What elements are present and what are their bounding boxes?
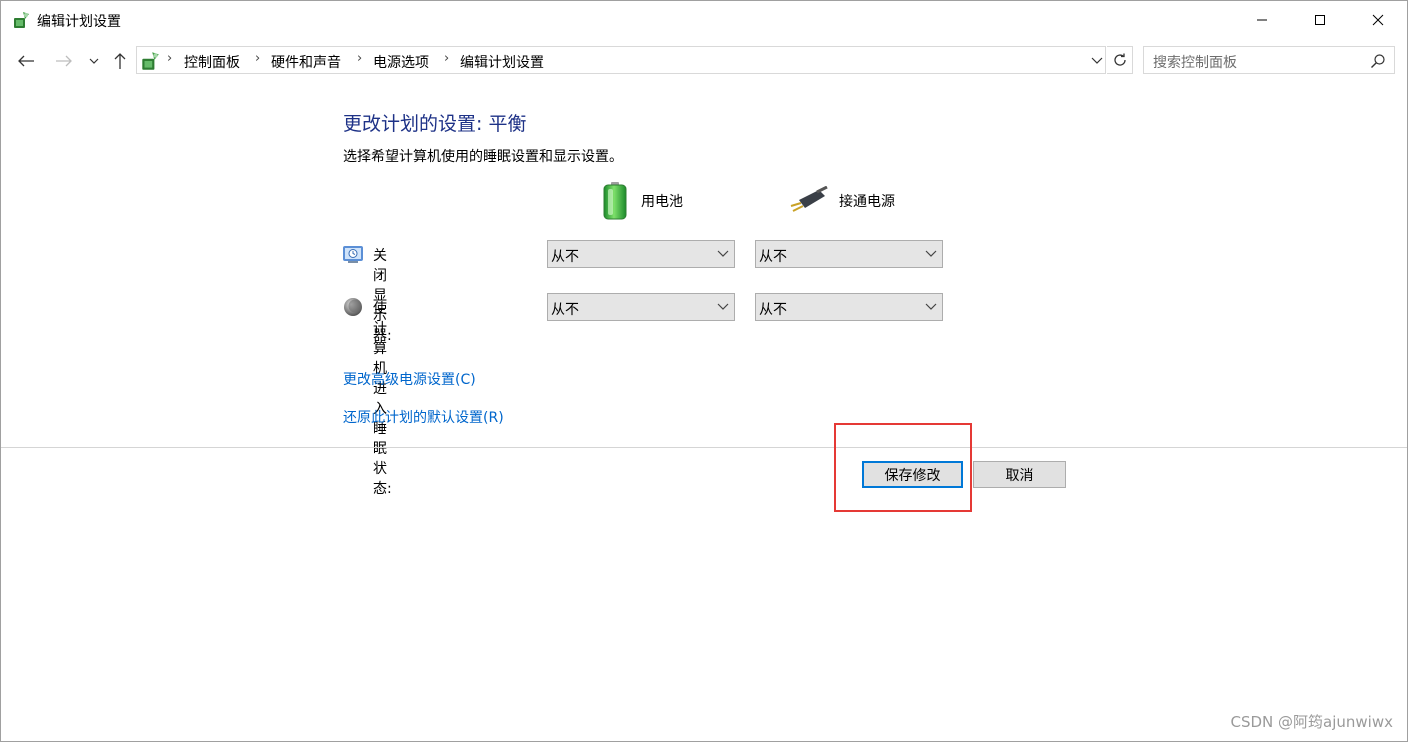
sleep-plugged-select[interactable]: 从不 xyxy=(755,293,943,321)
display-off-battery-value: 从不 xyxy=(551,249,579,265)
chevron-down-icon xyxy=(89,58,99,64)
chevron-down-icon xyxy=(717,303,729,310)
page-heading: 更改计划的设置: 平衡 xyxy=(343,113,527,135)
annotation-highlight-box xyxy=(834,423,972,512)
battery-label: 用电池 xyxy=(641,194,683,210)
search-icon[interactable] xyxy=(1370,53,1386,69)
column-header-plugged-in: 接通电源 xyxy=(789,181,895,221)
back-button[interactable] xyxy=(13,49,39,73)
close-icon xyxy=(1372,14,1384,26)
chevron-down-icon xyxy=(925,250,937,257)
window: 编辑计划设置 › 控制面板 › 硬件和声音 › 电源选项 › 编辑计划设置 搜索… xyxy=(0,0,1408,742)
forward-button[interactable] xyxy=(51,49,77,73)
breadcrumb-control-panel[interactable]: 控制面板 xyxy=(184,52,240,72)
restore-defaults-link[interactable]: 还原此计划的默认设置(R) xyxy=(343,407,504,427)
up-button[interactable] xyxy=(107,49,133,73)
display-off-plugged-value: 从不 xyxy=(759,249,787,265)
search-placeholder: 搜索控制面板 xyxy=(1153,55,1237,71)
minimize-icon xyxy=(1257,19,1267,21)
sleep-battery-value: 从不 xyxy=(551,302,579,318)
navigation-bar: › 控制面板 › 硬件和声音 › 电源选项 › 编辑计划设置 搜索控制面板 xyxy=(1,41,1407,79)
arrow-right-icon xyxy=(56,55,72,67)
sleep-battery-select[interactable]: 从不 xyxy=(547,293,735,321)
window-title: 编辑计划设置 xyxy=(37,14,121,30)
arrow-left-icon xyxy=(18,55,34,67)
display-icon xyxy=(342,243,364,265)
footer-divider xyxy=(1,447,1407,448)
column-header-battery: 用电池 xyxy=(599,181,683,221)
battery-icon xyxy=(603,182,627,220)
refresh-icon xyxy=(1113,53,1126,66)
page-subheading: 选择希望计算机使用的睡眠设置和显示设置。 xyxy=(343,149,623,165)
control-panel-icon xyxy=(139,50,161,72)
watermark: CSDN @阿筠ajunwiwx xyxy=(1230,713,1394,731)
chevron-down-icon xyxy=(717,250,729,257)
chevron-down-icon xyxy=(1091,57,1103,64)
chevron-right-icon[interactable]: › xyxy=(444,51,449,66)
maximize-button[interactable] xyxy=(1291,1,1349,39)
address-dropdown-button[interactable] xyxy=(1087,47,1107,73)
display-off-battery-select[interactable]: 从不 xyxy=(547,240,735,268)
maximize-icon xyxy=(1315,15,1325,25)
power-plug-icon xyxy=(790,186,828,212)
search-input[interactable]: 搜索控制面板 xyxy=(1143,46,1395,74)
close-button[interactable] xyxy=(1349,1,1407,39)
chevron-right-icon: › xyxy=(167,51,173,66)
chevron-right-icon[interactable]: › xyxy=(255,51,260,66)
sleep-icon xyxy=(342,296,364,318)
control-panel-icon xyxy=(11,10,31,30)
display-off-plugged-select[interactable]: 从不 xyxy=(755,240,943,268)
chevron-down-icon xyxy=(925,303,937,310)
sleep-label: 使计算机进入睡眠状态: xyxy=(373,301,392,497)
address-bar[interactable]: › 控制面板 › 硬件和声音 › 电源选项 › 编辑计划设置 xyxy=(136,46,1106,74)
breadcrumb-hardware-sound[interactable]: 硬件和声音 xyxy=(271,52,341,72)
plugged-in-label: 接通电源 xyxy=(839,194,895,210)
breadcrumb-power-options[interactable]: 电源选项 xyxy=(373,52,429,72)
recent-locations-button[interactable] xyxy=(85,49,103,73)
minimize-button[interactable] xyxy=(1233,1,1291,39)
arrow-up-icon xyxy=(114,53,126,69)
chevron-right-icon[interactable]: › xyxy=(357,51,362,66)
sleep-plugged-value: 从不 xyxy=(759,302,787,318)
refresh-button[interactable] xyxy=(1107,46,1133,74)
cancel-button[interactable]: 取消 xyxy=(973,461,1066,488)
advanced-power-settings-link[interactable]: 更改高级电源设置(C) xyxy=(343,369,476,389)
title-bar: 编辑计划设置 xyxy=(1,1,1407,39)
breadcrumb-edit-plan[interactable]: 编辑计划设置 xyxy=(460,52,544,72)
